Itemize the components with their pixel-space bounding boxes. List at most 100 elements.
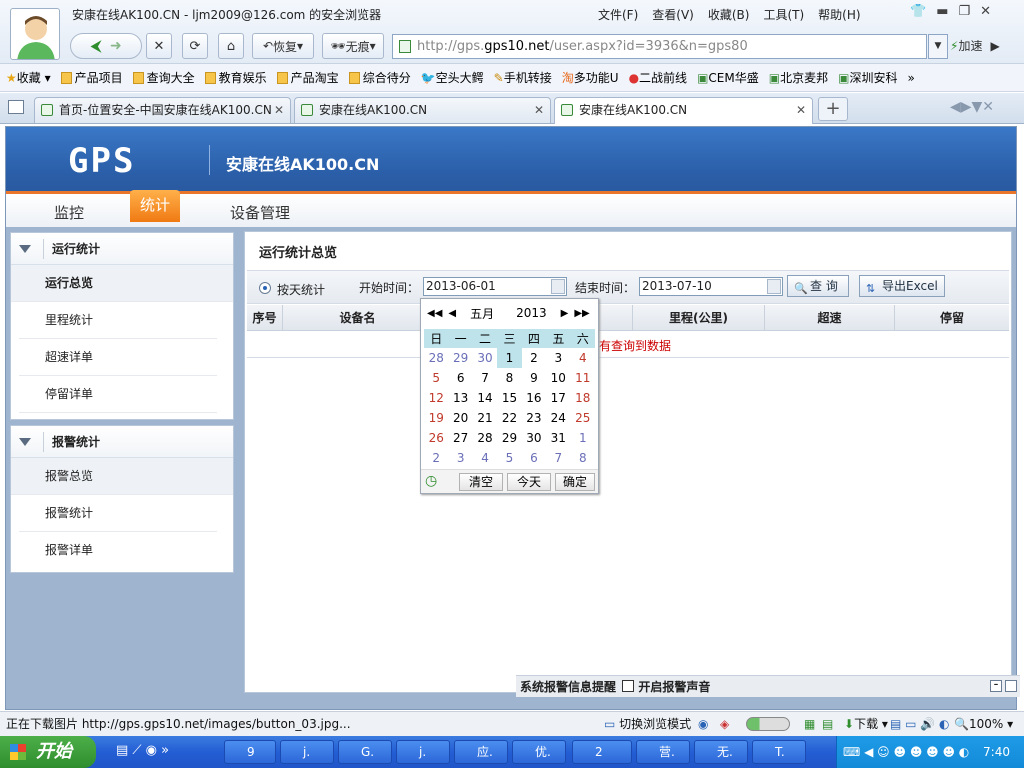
fav-item[interactable]: ✎ 手机转接: [494, 69, 556, 86]
calendar-day[interactable]: 22: [497, 408, 521, 428]
sidebar-group-header[interactable]: 报警统计: [11, 426, 233, 458]
maximize-icon[interactable]: ❐: [958, 4, 970, 19]
close-tab-icon[interactable]: ✕: [796, 98, 806, 122]
tab-ak100-1[interactable]: 安康在线AK100.CN ✕: [294, 97, 551, 123]
back-forward-buttons[interactable]: ⮜ ➜: [70, 33, 142, 59]
restore-panel-icon[interactable]: [1005, 680, 1017, 692]
fav-item[interactable]: 教育娱乐: [204, 69, 271, 86]
sidebar-item-stops[interactable]: 停留详单: [19, 376, 217, 413]
user-avatar[interactable]: [10, 8, 60, 60]
fav-item[interactable]: 🐦 空头大鳄: [421, 69, 488, 86]
address-bar[interactable]: http://gps. gps10.net/user.aspx?id=3936&n…: [392, 34, 927, 59]
prev-year-icon[interactable]: ◀◀: [427, 308, 442, 319]
end-date-input[interactable]: 2013-07-10: [639, 277, 783, 296]
fav-item[interactable]: 产品项目: [60, 69, 127, 86]
calendar-day[interactable]: 3: [448, 448, 472, 468]
ie-icon[interactable]: ◉: [698, 712, 708, 736]
query-button[interactable]: 🔍 查 询: [787, 275, 849, 297]
calendar-icon[interactable]: [551, 279, 565, 294]
restore-button[interactable]: ↶ 恢复 ▾: [252, 33, 314, 59]
calendar-day[interactable]: 4: [571, 348, 595, 368]
calendar-icon[interactable]: [767, 279, 781, 294]
calendar-day[interactable]: 17: [546, 388, 570, 408]
calendar-day[interactable]: 6: [448, 368, 472, 388]
sidebar-toggle-icon[interactable]: [8, 100, 24, 114]
taskbar-btn[interactable]: T.: [752, 740, 806, 764]
menu-tools[interactable]: 工具(T): [763, 6, 804, 23]
tab-nav-icons[interactable]: ◀▶▼✕: [950, 99, 994, 115]
today-button[interactable]: 今天: [507, 473, 551, 491]
sidebar-item-speeding[interactable]: 超速详单: [19, 339, 217, 376]
tab-ak100-active[interactable]: 安康在线AK100.CN ✕: [554, 97, 813, 124]
minimize-panel-icon[interactable]: –: [990, 680, 1002, 692]
sidebar-item-mileage[interactable]: 里程统计: [19, 302, 217, 339]
calendar-day[interactable]: 24: [546, 408, 570, 428]
fav-item[interactable]: ▣ CEM华盛: [697, 69, 763, 86]
close-tab-icon[interactable]: ✕: [274, 98, 284, 122]
notrace-button[interactable]: 🕶 无痕 ▾: [322, 33, 384, 59]
calendar-day[interactable]: 6: [522, 448, 546, 468]
calendar-day[interactable]: 23: [522, 408, 546, 428]
fav-item[interactable]: ▣ 深圳安科: [838, 69, 901, 86]
favorites-menu[interactable]: ★ 收藏 ▾: [6, 69, 55, 86]
calendar-day[interactable]: 3: [546, 348, 570, 368]
calendar-day[interactable]: 12: [424, 388, 448, 408]
home-button[interactable]: ⌂: [218, 33, 244, 59]
menu-view[interactable]: 查看(V): [652, 6, 694, 23]
fav-item[interactable]: 综合待分: [348, 69, 415, 86]
calendar-day[interactable]: 7: [473, 368, 497, 388]
forward-icon[interactable]: ➜: [110, 38, 122, 54]
nav-statistics[interactable]: 统计: [130, 190, 180, 222]
sidebar-item-alarm-details[interactable]: 报警详单: [19, 532, 217, 569]
browse-mode-toggle[interactable]: ▭ 切换浏览模式: [604, 712, 691, 736]
export-excel-button[interactable]: ⇅ 导出Excel: [859, 275, 945, 297]
calendar-day[interactable]: 28: [424, 348, 448, 368]
fav-item[interactable]: 查询大全: [132, 69, 199, 86]
fav-item[interactable]: ● 二战前线: [629, 69, 692, 86]
calendar-day[interactable]: 18: [571, 388, 595, 408]
calendar-day[interactable]: 29: [497, 428, 521, 448]
calendar-day[interactable]: 25: [571, 408, 595, 428]
calendar-day[interactable]: 19: [424, 408, 448, 428]
taskbar-btn[interactable]: 无.: [694, 740, 748, 764]
year-label[interactable]: 2013: [516, 306, 547, 320]
taskbar-btn[interactable]: 应.: [454, 740, 508, 764]
address-dropdown-icon[interactable]: ▼: [928, 34, 948, 59]
nav-monitor[interactable]: 监控: [54, 202, 84, 223]
calendar-day[interactable]: 28: [473, 428, 497, 448]
ok-button[interactable]: 确定: [555, 473, 595, 491]
zoom-control[interactable]: 🔍100% ▾: [954, 712, 1013, 736]
calendar-day[interactable]: 5: [424, 368, 448, 388]
calendar-day[interactable]: 1: [571, 428, 595, 448]
calendar-day[interactable]: 10: [546, 368, 570, 388]
clock-icon[interactable]: ◷: [425, 473, 437, 489]
stop-button[interactable]: ✕: [146, 33, 172, 59]
new-tab-button[interactable]: +: [818, 97, 848, 121]
calendar-day[interactable]: 8: [497, 368, 521, 388]
start-date-input[interactable]: 2013-06-01: [423, 277, 567, 296]
calendar-day[interactable]: 21: [473, 408, 497, 428]
calendar-day[interactable]: 5: [497, 448, 521, 468]
more-favorites-icon[interactable]: »: [907, 71, 918, 85]
calendar-day[interactable]: 26: [424, 428, 448, 448]
refresh-button[interactable]: ⟳: [182, 33, 208, 59]
calendar-day[interactable]: 27: [448, 428, 472, 448]
start-button[interactable]: 开始: [0, 736, 96, 768]
sidebar-item-overview[interactable]: 运行总览: [11, 265, 233, 302]
sidebar-group-header[interactable]: 运行统计: [11, 233, 233, 265]
taskbar-btn[interactable]: 优.: [512, 740, 566, 764]
fav-item[interactable]: ▣ 北京麦邦: [769, 69, 832, 86]
taskbar-btn[interactable]: G.: [338, 740, 392, 764]
month-label[interactable]: 五月: [470, 305, 494, 322]
play-icon[interactable]: ▶: [990, 39, 999, 53]
calendar-day[interactable]: 20: [448, 408, 472, 428]
download-button[interactable]: ⬇下载 ▾: [844, 712, 888, 736]
menu-help[interactable]: 帮助(H): [818, 6, 860, 23]
calendar-day[interactable]: 1: [497, 348, 522, 368]
back-icon[interactable]: ⮜: [90, 36, 101, 56]
quicklaunch-icons[interactable]: ▤ ⟋ ◉ »: [116, 743, 169, 758]
tray-icons[interactable]: ⌨ ◀ ☺ ☻ ☻ ☻ ☻ ◐: [843, 736, 969, 768]
fav-item[interactable]: 淘多功能U: [562, 69, 623, 86]
calendar-day[interactable]: 2: [424, 448, 448, 468]
calendar-day[interactable]: 4: [473, 448, 497, 468]
